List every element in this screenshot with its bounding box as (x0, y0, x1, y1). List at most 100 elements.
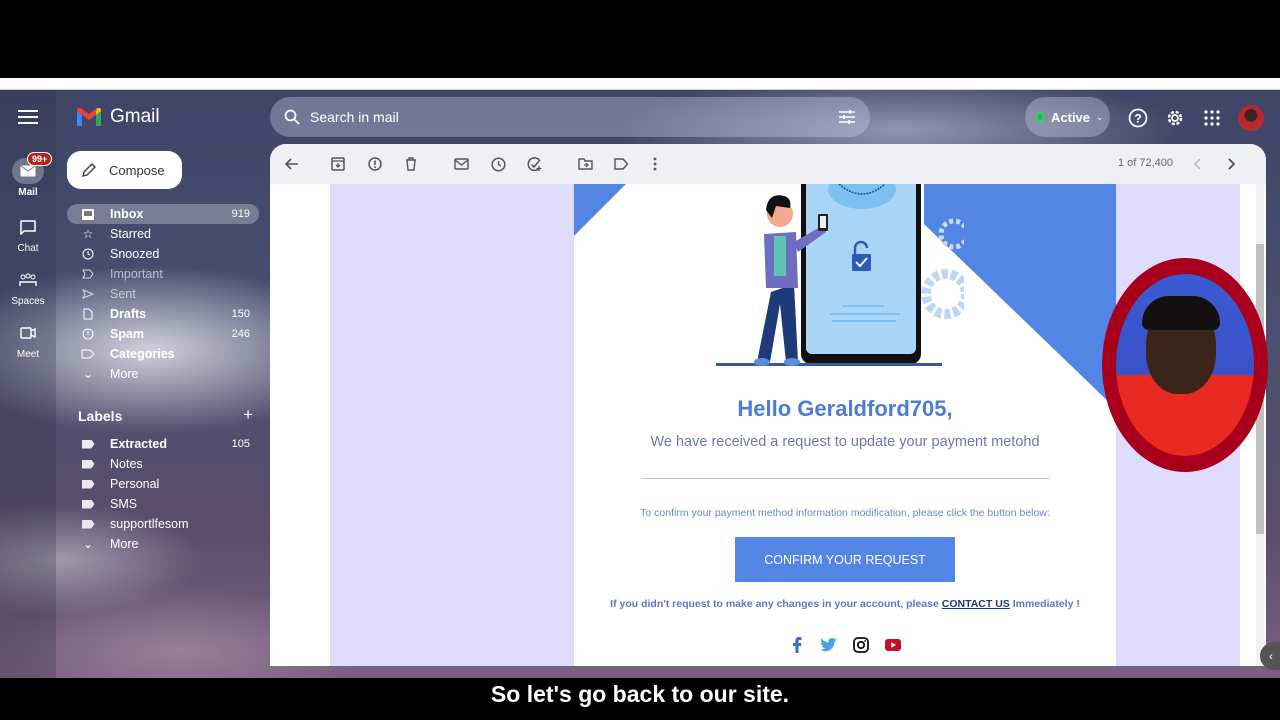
presenter-video (1116, 274, 1254, 456)
rail-label: Meet (16, 349, 40, 360)
chevron-right-icon[interactable] (1221, 154, 1241, 174)
contact-us-link[interactable]: CONTACT US (942, 598, 1010, 610)
unread-badge: 99+ (27, 152, 53, 166)
chevron-down-icon: ⌄ (1096, 111, 1104, 122)
nav-item-snoozed[interactable]: Snoozed (67, 244, 259, 264)
report-spam-icon[interactable] (365, 154, 385, 174)
chevron-down-icon: ⌄ (82, 537, 94, 551)
nav-item-starred[interactable]: ☆ Starred (67, 224, 259, 244)
nav-count: 919 (231, 208, 250, 220)
add-task-icon[interactable] (525, 154, 545, 174)
label-tag-icon (80, 519, 96, 529)
nav-label: Important (110, 267, 163, 281)
social-links (574, 636, 1116, 654)
nav-label: Spam (110, 327, 145, 341)
main-menu-button[interactable] (18, 110, 38, 124)
label-item-supportlfesom[interactable]: supportlfesom (67, 514, 259, 534)
rail-label: Spaces (11, 296, 45, 307)
nav-item-sent[interactable]: Sent (67, 284, 259, 304)
search-options-icon[interactable] (838, 109, 856, 125)
rail-item-chat[interactable]: Chat (0, 214, 56, 254)
status-dropdown[interactable]: Active ⌄ (1025, 97, 1110, 137)
search-bar[interactable]: Search in mail (270, 97, 870, 137)
labels-header: Labels + (78, 406, 253, 424)
screen: 99+ Mail Chat Spaces Meet Gmail Compose … (0, 0, 1280, 720)
email-greeting: Hello Geraldford705, (737, 396, 953, 421)
pencil-icon (81, 162, 97, 178)
nav-item-more[interactable]: ⌄ More (67, 364, 259, 384)
label-item-more[interactable]: ⌄ More (67, 534, 259, 554)
decor-triangle-left (574, 184, 626, 236)
email-warning: If you didn't request to make any change… (574, 598, 1116, 610)
nav-label: More (110, 367, 139, 381)
message-toolbar: 1 of 72,400 (270, 144, 1266, 184)
app-rail: 99+ Mail Chat Spaces Meet (0, 90, 56, 678)
label-name: Notes (110, 457, 143, 471)
help-icon[interactable]: ? (1127, 107, 1149, 129)
star-icon: ☆ (82, 227, 94, 241)
chat-icon (12, 214, 44, 240)
nav-item-categories[interactable]: Categories (67, 344, 259, 364)
side-panel-toggle[interactable]: ‹ (1260, 642, 1280, 670)
delete-trash-icon[interactable] (401, 154, 421, 174)
labels-title: Labels (78, 408, 123, 424)
compose-label: Compose (109, 162, 165, 178)
send-icon (80, 289, 96, 299)
rail-label: Mail (18, 187, 38, 198)
email-card: Hello Geraldford705, We have received a … (574, 184, 1116, 666)
snooze-clock-icon[interactable] (488, 154, 508, 174)
archive-icon[interactable] (328, 154, 348, 174)
confirm-request-button[interactable]: CONFIRM YOUR REQUEST (735, 537, 955, 582)
twitter-icon[interactable] (820, 636, 838, 654)
label-item-sms[interactable]: SMS (67, 494, 259, 514)
nav-item-spam[interactable]: Spam 246 (67, 324, 259, 344)
mark-unread-icon[interactable] (451, 154, 471, 174)
label-item-personal[interactable]: Personal (67, 474, 259, 494)
rail-item-spaces[interactable]: Spaces (0, 267, 56, 307)
nav-item-drafts[interactable]: Drafts 150 (67, 304, 259, 324)
search-icon (284, 109, 300, 125)
rail-item-mail[interactable]: 99+ Mail (0, 152, 56, 198)
label-item-notes[interactable]: Notes (67, 454, 259, 474)
nav-item-important[interactable]: Important (67, 264, 259, 284)
label-name: Personal (110, 477, 160, 491)
add-label-icon[interactable]: + (243, 406, 253, 424)
folder-list: Inbox 919 ☆ Starred Snoozed Important Se… (67, 204, 259, 384)
instagram-icon[interactable] (852, 636, 870, 654)
chevron-left-icon[interactable] (1188, 154, 1208, 174)
settings-gear-icon[interactable] (1164, 107, 1186, 129)
apps-grid-icon[interactable] (1201, 107, 1223, 129)
compose-button[interactable]: Compose (67, 151, 182, 189)
youtube-icon[interactable] (884, 636, 902, 654)
rail-item-meet[interactable]: Meet (0, 320, 56, 360)
email-instruction: To confirm your payment method informati… (640, 507, 1050, 519)
gmail-logo[interactable]: Gmail (76, 106, 160, 128)
chevron-down-icon: ⌄ (82, 367, 94, 381)
more-vert-icon[interactable] (645, 154, 665, 174)
label-tag-icon (80, 499, 96, 509)
search-input[interactable]: Search in mail (310, 109, 838, 125)
video-letterbox-top (0, 0, 1280, 78)
label-icon[interactable] (611, 154, 631, 174)
facebook-icon[interactable] (788, 636, 806, 654)
account-avatar[interactable] (1238, 105, 1264, 131)
label-item-extracted[interactable]: Extracted 105 (67, 434, 259, 454)
label-icon (80, 349, 96, 359)
warning-text: If you didn't request to make any change… (610, 598, 939, 610)
move-to-folder-icon[interactable] (575, 154, 595, 174)
nav-label: Drafts (110, 307, 147, 321)
gmail-m-icon (77, 107, 101, 126)
app-name: Gmail (110, 106, 160, 127)
nav-label: Inbox (110, 207, 144, 221)
clock-icon (80, 248, 96, 260)
nav-item-inbox[interactable]: Inbox 919 (67, 204, 259, 224)
label-tag-icon (80, 459, 96, 469)
video-subtitle: So let's go back to our site. (0, 678, 1280, 720)
spam-icon (80, 328, 96, 340)
nav-label: Categories (110, 347, 175, 361)
nav-label: Snoozed (110, 247, 160, 261)
back-arrow-icon[interactable] (282, 154, 302, 174)
message-scrollbar[interactable] (1256, 184, 1264, 666)
presenter-hair (1142, 296, 1220, 330)
label-count: 105 (231, 438, 250, 450)
